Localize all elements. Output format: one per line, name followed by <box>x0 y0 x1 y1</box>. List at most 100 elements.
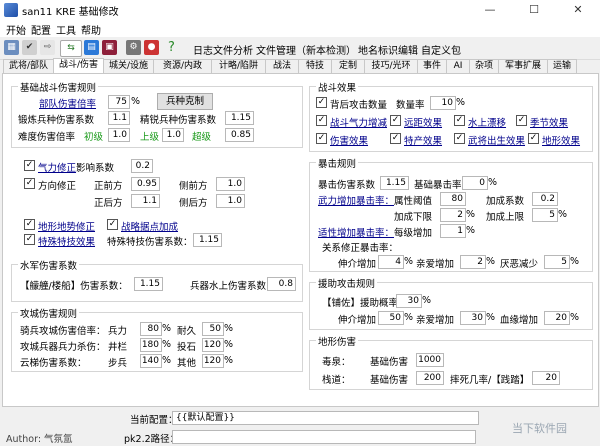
forge-input[interactable]: 1.1 <box>108 111 130 125</box>
color-icon[interactable]: ● <box>144 40 159 55</box>
config-input[interactable]: {{默认配置}} <box>172 411 479 425</box>
endure-input[interactable]: 50 <box>202 322 224 336</box>
back-attack-checkbox[interactable]: ✓ <box>316 97 327 108</box>
tab-general[interactable]: 武将/部队 <box>3 59 54 73</box>
tab-event[interactable]: 事件 <box>417 59 447 73</box>
help-icon[interactable]: ? <box>164 40 179 55</box>
terrain-fix-checkbox[interactable]: ✓ <box>24 219 35 230</box>
open-icon[interactable]: ▦ <box>4 40 19 55</box>
effect-damage-checkbox[interactable]: ✓ <box>316 133 327 144</box>
effect-season-checkbox[interactable]: ✓ <box>516 115 527 126</box>
lower-input[interactable]: 2 <box>440 208 466 222</box>
tab-skill[interactable]: 特技 <box>298 59 332 73</box>
troop-multiplier-input[interactable]: 75 <box>108 95 130 109</box>
base-rate-input[interactable]: 0 <box>462 176 488 190</box>
tab-transport[interactable]: 运输 <box>547 59 577 73</box>
effect-special-label[interactable]: 特产效果 <box>404 133 442 147</box>
effect-terrain-checkbox[interactable]: ✓ <box>528 133 539 144</box>
effect-birth-label[interactable]: 武将出生效果 <box>468 133 525 147</box>
effect-special-checkbox[interactable]: ✓ <box>390 133 401 144</box>
toolbar-log-analysis[interactable]: 日志文件分析 <box>193 42 253 57</box>
menu-tools[interactable]: 工具 <box>56 22 76 37</box>
poison-base-input[interactable]: 1000 <box>416 353 444 367</box>
infantry-input[interactable]: 140 <box>140 354 162 368</box>
direction-checkbox[interactable]: ✓ <box>24 178 35 189</box>
toolbar-place-edit[interactable]: 地名标识编辑 <box>358 42 418 57</box>
special-effect-label[interactable]: 特殊特技效果 <box>38 234 95 248</box>
tab-ai[interactable]: AI <box>446 59 470 73</box>
per-level-input[interactable]: 1 <box>440 224 466 238</box>
tab-aura[interactable]: 技巧/光环 <box>364 59 418 73</box>
tab-strategy[interactable]: 计略/陷阱 <box>211 59 266 73</box>
tab-military[interactable]: 军事扩展 <box>498 59 548 73</box>
check-icon[interactable]: ✔ <box>22 40 37 55</box>
attr-input[interactable]: 80 <box>440 192 466 206</box>
effect-qiqi-label[interactable]: 战斗气力增减 <box>330 115 387 129</box>
file-icon[interactable]: ▤ <box>84 40 99 55</box>
effect-range-label[interactable]: 远距效果 <box>404 115 442 129</box>
tab-resource[interactable]: 资源/内政 <box>153 59 212 73</box>
save-icon[interactable]: ▣ <box>102 40 117 55</box>
toolbar-file-manage[interactable]: 文件管理（新本检测） <box>256 42 356 57</box>
close-button[interactable]: ✕ <box>556 0 600 20</box>
effect-qiqi-checkbox[interactable]: ✓ <box>316 115 327 126</box>
aid-rate-input[interactable]: 30 <box>396 294 422 308</box>
back-side-input[interactable]: 1.0 <box>216 194 245 208</box>
crit-coef-input[interactable]: 1.15 <box>380 176 409 190</box>
lucky-label[interactable]: 适性增加暴击率： <box>318 225 394 239</box>
toolbar-custom-pack[interactable]: 自定义包 <box>421 42 461 57</box>
maximize-button[interactable]: ☐ <box>512 0 556 20</box>
effect-damage-label[interactable]: 伤害效果 <box>330 133 368 147</box>
menu-start[interactable]: 开始 <box>6 22 26 37</box>
effect-birth-checkbox[interactable]: ✓ <box>454 133 465 144</box>
effect-water-checkbox[interactable]: ✓ <box>454 115 465 126</box>
strongpoint-label[interactable]: 战略据点加成 <box>121 219 178 233</box>
path-input[interactable] <box>172 430 476 444</box>
front-input[interactable]: 0.95 <box>131 177 160 191</box>
strongpoint-checkbox[interactable]: ✓ <box>107 219 118 230</box>
add-coef-input[interactable]: 0.2 <box>532 192 558 206</box>
bing-input[interactable]: 0.8 <box>267 277 296 291</box>
tab-city[interactable]: 城关/设施 <box>103 59 154 73</box>
aid-blood-input[interactable]: 20 <box>544 311 570 325</box>
qiqi-checkbox[interactable]: ✓ <box>24 160 35 171</box>
effect-input[interactable]: 0.2 <box>131 159 153 173</box>
export-icon[interactable]: ⇨ <box>40 40 55 55</box>
tab-tactic[interactable]: 战法 <box>265 59 299 73</box>
counter-button[interactable]: 兵种克制 <box>157 93 213 110</box>
terrain-fix-label[interactable]: 地形地势修正 <box>38 219 95 233</box>
elite-input[interactable]: 1.15 <box>225 111 254 125</box>
special-effect-checkbox[interactable]: ✓ <box>24 234 35 245</box>
upper-input[interactable]: 5 <box>532 208 558 222</box>
count-input[interactable]: 10 <box>430 96 456 110</box>
effect-terrain-label[interactable]: 地形效果 <box>542 133 580 147</box>
xml-icon[interactable]: ⇆ <box>60 40 82 57</box>
menu-help[interactable]: 帮助 <box>81 22 101 37</box>
aid-family-input[interactable]: 30 <box>460 311 486 325</box>
aid-fellow-input[interactable]: 50 <box>378 311 404 325</box>
path-base-input[interactable]: 200 <box>416 371 444 385</box>
effect-range-checkbox[interactable]: ✓ <box>390 115 401 126</box>
minimize-button[interactable]: — <box>468 0 512 20</box>
toushi-input[interactable]: 120 <box>202 338 224 352</box>
special-coef-input[interactable]: 1.15 <box>193 233 222 247</box>
fellow-input[interactable]: 4 <box>378 255 404 269</box>
qiqi-label[interactable]: 气力修正 <box>38 160 76 174</box>
enemy-input[interactable]: 5 <box>544 255 570 269</box>
fall-input[interactable]: 20 <box>532 371 560 385</box>
front-side-input[interactable]: 1.0 <box>216 177 245 191</box>
super-input[interactable]: 0.85 <box>225 128 254 142</box>
martial-label[interactable]: 武力增加暴击率： <box>318 193 394 207</box>
tab-battle[interactable]: 战斗/伤害 <box>53 58 104 74</box>
troop-multiplier-label[interactable]: 部队伤害倍率 <box>39 96 96 110</box>
menu-config[interactable]: 配置 <box>31 22 51 37</box>
effect-water-label[interactable]: 水上漂移 <box>468 115 506 129</box>
beginner-input[interactable]: 1.0 <box>108 128 130 142</box>
effect-season-label[interactable]: 季节效果 <box>530 115 568 129</box>
troops-input[interactable]: 80 <box>140 322 162 336</box>
tab-misc[interactable]: 杂项 <box>469 59 499 73</box>
back-input[interactable]: 1.1 <box>131 194 160 208</box>
advanced-input[interactable]: 1.0 <box>162 128 184 142</box>
tab-custom[interactable]: 定制 <box>331 59 365 73</box>
jinglan-input[interactable]: 180 <box>140 338 162 352</box>
